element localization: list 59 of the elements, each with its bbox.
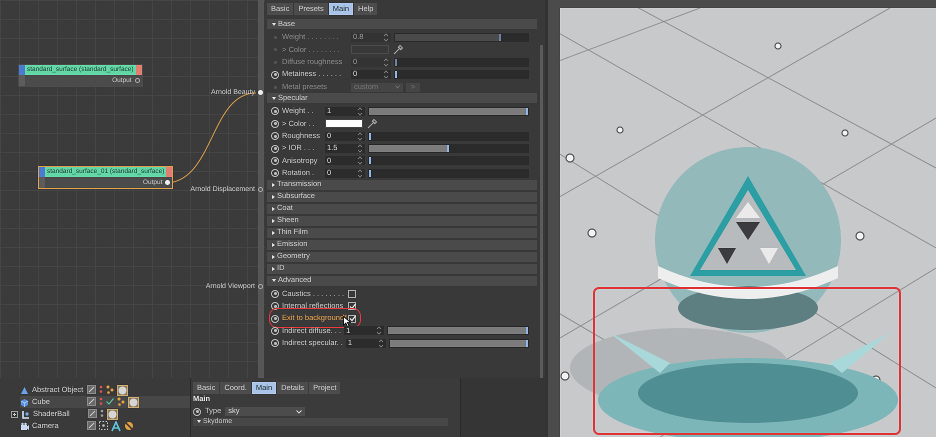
slider-track[interactable] bbox=[368, 168, 529, 178]
spinner-icon[interactable] bbox=[357, 132, 363, 141]
visibility-dots-icon[interactable] bbox=[99, 396, 103, 408]
check-icon[interactable] bbox=[106, 396, 114, 408]
checkbox[interactable] bbox=[348, 290, 356, 298]
visibility-icon[interactable] bbox=[99, 420, 108, 432]
checkbox[interactable] bbox=[348, 302, 356, 310]
keyframe-icon[interactable] bbox=[271, 339, 279, 348]
spinner-icon[interactable] bbox=[357, 156, 363, 166]
material-tag-icon[interactable] bbox=[107, 408, 118, 420]
scrollbar[interactable] bbox=[540, 45, 543, 378]
keyframe-icon[interactable] bbox=[271, 156, 279, 165]
camera-object-icon bbox=[20, 422, 29, 430]
slider-track[interactable] bbox=[394, 70, 529, 80]
keyframe-icon[interactable] bbox=[271, 169, 279, 178]
keyframe-icon[interactable] bbox=[271, 120, 279, 128]
layer-icon[interactable] bbox=[88, 408, 97, 420]
port-icon[interactable] bbox=[134, 78, 140, 83]
spinner-icon[interactable] bbox=[378, 338, 384, 348]
slider-track[interactable] bbox=[368, 156, 529, 166]
port-icon[interactable] bbox=[258, 284, 263, 290]
visibility-dots-icon[interactable] bbox=[100, 408, 104, 420]
spinner-icon[interactable] bbox=[383, 58, 389, 67]
material-tag-icon[interactable] bbox=[128, 396, 139, 408]
layer-icon[interactable] bbox=[87, 420, 96, 432]
keyframe-icon[interactable] bbox=[271, 326, 279, 335]
material-tag-icon[interactable] bbox=[117, 384, 128, 396]
caret-icon bbox=[395, 85, 400, 89]
expand-icon[interactable] bbox=[11, 410, 18, 418]
caret-icon bbox=[296, 410, 302, 414]
spinner-icon[interactable] bbox=[357, 168, 363, 178]
keyframe-icon[interactable] bbox=[271, 132, 279, 140]
target-tag-icon[interactable] bbox=[111, 420, 121, 432]
keyframe-icon[interactable] bbox=[271, 70, 279, 79]
slider-track[interactable] bbox=[394, 58, 529, 67]
phong-tag-icon[interactable] bbox=[117, 396, 125, 408]
keyframe-icon[interactable] bbox=[271, 144, 279, 153]
spinner-icon[interactable] bbox=[376, 326, 382, 336]
spinner-icon[interactable] bbox=[383, 32, 389, 42]
phong-tag-icon[interactable] bbox=[106, 384, 114, 396]
slider-fill[interactable] bbox=[369, 145, 448, 152]
keyframe-icon[interactable] bbox=[193, 408, 201, 416]
layer-icon[interactable] bbox=[87, 384, 96, 396]
port-icon[interactable] bbox=[258, 187, 263, 192]
eyedropper-icon[interactable] bbox=[366, 118, 377, 130]
spinner-icon[interactable] bbox=[357, 144, 363, 154]
spinner-icon[interactable] bbox=[357, 106, 363, 116]
color-swatch[interactable] bbox=[325, 119, 363, 128]
keyframe-icon[interactable] bbox=[271, 107, 279, 116]
spinner-icon[interactable] bbox=[383, 70, 389, 80]
eyedropper-icon[interactable] bbox=[392, 44, 403, 56]
layer-icon[interactable] bbox=[87, 396, 96, 408]
slider-track[interactable] bbox=[368, 132, 529, 141]
cube-object-icon bbox=[20, 398, 29, 406]
slider-track[interactable] bbox=[394, 32, 529, 42]
visibility-dots-icon[interactable] bbox=[99, 384, 103, 396]
protection-tag-icon[interactable] bbox=[124, 420, 134, 432]
shaderball-object-icon bbox=[21, 410, 30, 418]
slider-track[interactable] bbox=[368, 144, 529, 154]
